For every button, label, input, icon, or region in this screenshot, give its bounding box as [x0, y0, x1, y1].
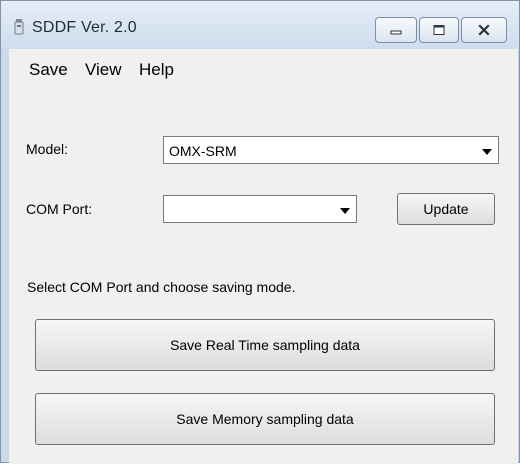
close-icon: [478, 24, 490, 36]
chevron-down-icon: [340, 208, 350, 214]
menu-view[interactable]: View: [85, 60, 122, 80]
save-memory-button[interactable]: Save Memory sampling data: [35, 393, 495, 445]
minimize-button[interactable]: [375, 17, 417, 43]
menu-save[interactable]: Save: [29, 60, 68, 80]
update-button[interactable]: Update: [397, 193, 495, 225]
menu-bar: Save View Help: [9, 49, 518, 89]
close-button[interactable]: [461, 17, 507, 43]
client-area: Save View Help Model: OMX-SRM COM Port: …: [9, 49, 518, 464]
maximize-button[interactable]: [419, 17, 459, 43]
app-icon: [14, 19, 24, 35]
model-value: OMX-SRM: [169, 143, 237, 159]
minimize-icon: [390, 30, 402, 35]
model-label: Model:: [26, 141, 69, 157]
menu-help[interactable]: Help: [139, 60, 174, 80]
maximize-icon: [433, 25, 445, 35]
title-bar[interactable]: SDDF Ver. 2.0: [1, 1, 519, 49]
com-port-select[interactable]: [163, 195, 357, 223]
com-port-label: COM Port:: [26, 201, 93, 217]
app-window: SDDF Ver. 2.0 Save View Help Model: OMX-: [0, 0, 520, 464]
chevron-down-icon: [482, 149, 492, 155]
model-select[interactable]: OMX-SRM: [163, 136, 499, 164]
window-title: SDDF Ver. 2.0: [32, 19, 137, 36]
status-message: Select COM Port and choose saving mode.: [27, 279, 296, 295]
save-realtime-button[interactable]: Save Real Time sampling data: [35, 319, 495, 371]
